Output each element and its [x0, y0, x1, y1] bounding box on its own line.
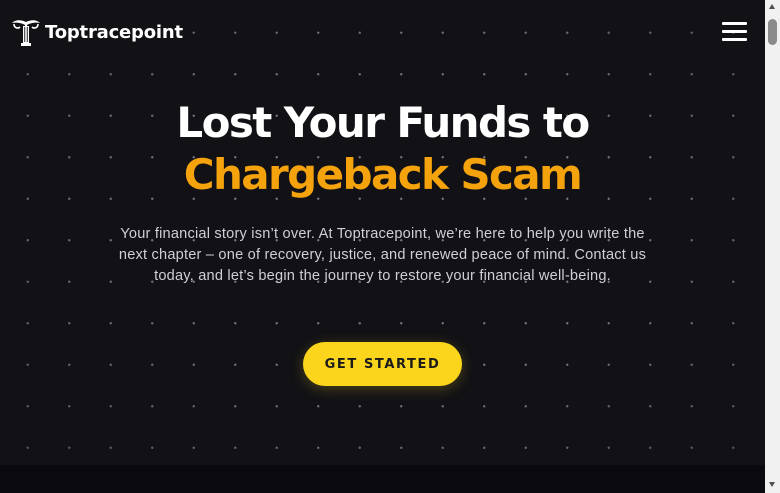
hamburger-menu-icon-bar: [722, 30, 747, 33]
hero-title-line2: Chargeback Scam: [183, 150, 583, 199]
scroll-up-arrow-icon[interactable]: [769, 4, 775, 9]
brand-logo-link[interactable]: Toptracepoint: [10, 17, 183, 47]
hamburger-menu-button[interactable]: [720, 20, 748, 44]
pillar-logo-icon: [12, 20, 40, 46]
hero-section: Toptracepoint Lost Your Funds to Chargeb…: [0, 0, 765, 493]
next-section-edge: [0, 465, 765, 493]
get-started-button[interactable]: GET STARTED: [303, 342, 462, 386]
hamburger-menu-icon-bar: [722, 22, 747, 25]
scroll-down-arrow-icon[interactable]: [769, 482, 775, 487]
hero-title-line1: Lost Your Funds to: [176, 98, 590, 147]
brand-name: Toptracepoint: [45, 21, 183, 43]
scrollbar-thumb[interactable]: [768, 19, 777, 45]
page-scrollbar[interactable]: [765, 0, 780, 493]
hero-description: Your financial story isn’t over. At Topt…: [118, 226, 647, 284]
hamburger-menu-icon-bar: [722, 38, 747, 41]
